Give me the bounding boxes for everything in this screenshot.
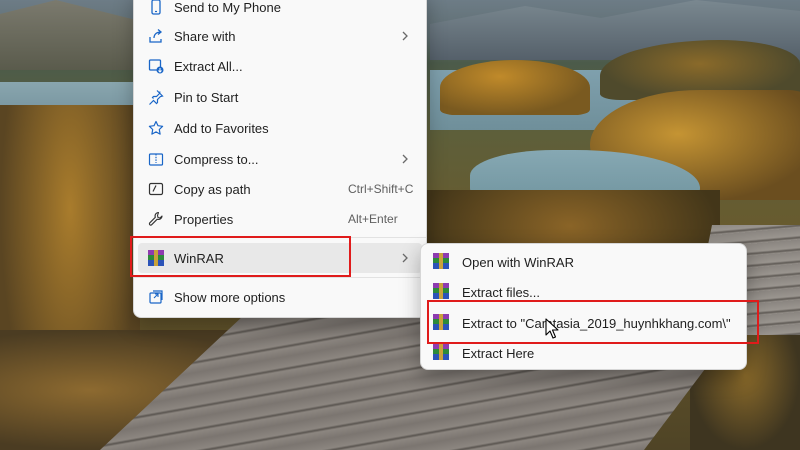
menu-item-copy-as-path[interactable]: Copy as path Ctrl+Shift+C (134, 174, 426, 204)
zip-folder-icon (147, 150, 165, 168)
phone-icon (147, 0, 165, 16)
mouse-cursor-icon (545, 318, 559, 339)
winrar-icon (433, 253, 451, 271)
star-icon (147, 119, 165, 137)
submenu-item-label: Extract files... (462, 284, 541, 300)
menu-separator (134, 277, 426, 278)
menu-item-label: Show more options (174, 289, 286, 305)
menu-item-show-more-options[interactable]: Show more options (134, 282, 426, 312)
winrar-icon (147, 249, 165, 267)
menu-item-shortcut: Alt+Enter (348, 212, 398, 226)
menu-item-properties[interactable]: Properties Alt+Enter (134, 204, 426, 234)
menu-item-shortcut: Ctrl+Shift+C (348, 182, 414, 196)
submenu-item-label: Open with WinRAR (462, 254, 574, 270)
menu-item-send-to-phone[interactable]: Send to My Phone (134, 0, 426, 22)
submenu-item-extract-files[interactable]: Extract files... (421, 279, 746, 305)
menu-item-compress-to[interactable]: Compress to... (134, 144, 426, 174)
menu-item-label: Pin to Start (174, 89, 239, 105)
menu-item-label: Extract All... (174, 58, 243, 74)
menu-item-add-to-favorites[interactable]: Add to Favorites (134, 113, 426, 143)
menu-separator (134, 237, 426, 238)
extract-all-icon (147, 57, 165, 75)
submenu-item-open-with-winrar[interactable]: Open with WinRAR (421, 249, 746, 275)
context-menu: Send to My Phone Share with Extract All.… (133, 0, 427, 318)
menu-item-share-with[interactable]: Share with (134, 21, 426, 51)
chevron-right-icon (402, 253, 408, 263)
copy-path-icon (147, 180, 165, 198)
menu-item-label: Compress to... (174, 151, 259, 167)
menu-item-label: Share with (174, 28, 236, 44)
submenu-item-label: Extract to "Camtasia_2019_huynhkhang.com… (462, 315, 731, 331)
menu-item-label: Properties (174, 211, 234, 227)
menu-item-label: Add to Favorites (174, 120, 269, 136)
winrar-submenu: Open with WinRAR Extract files... Extrac… (420, 243, 747, 370)
winrar-icon (433, 283, 451, 301)
submenu-item-extract-to-folder[interactable]: Extract to "Camtasia_2019_huynhkhang.com… (421, 310, 746, 336)
chevron-right-icon (402, 31, 408, 41)
menu-item-label: WinRAR (174, 250, 224, 266)
chevron-right-icon (402, 154, 408, 164)
menu-item-label: Send to My Phone (174, 0, 281, 15)
menu-item-pin-to-start[interactable]: Pin to Start (134, 82, 426, 112)
menu-item-extract-all[interactable]: Extract All... (134, 51, 426, 81)
submenu-item-label: Extract Here (462, 345, 535, 361)
winrar-icon (433, 314, 451, 332)
menu-item-label: Copy as path (174, 181, 251, 197)
more-options-icon (147, 288, 165, 306)
submenu-item-extract-here[interactable]: Extract Here (421, 340, 746, 366)
winrar-icon (433, 344, 451, 362)
share-icon (147, 27, 165, 45)
menu-item-winrar[interactable]: WinRAR (138, 243, 422, 273)
wrench-icon (147, 210, 165, 228)
pin-icon (147, 88, 165, 106)
